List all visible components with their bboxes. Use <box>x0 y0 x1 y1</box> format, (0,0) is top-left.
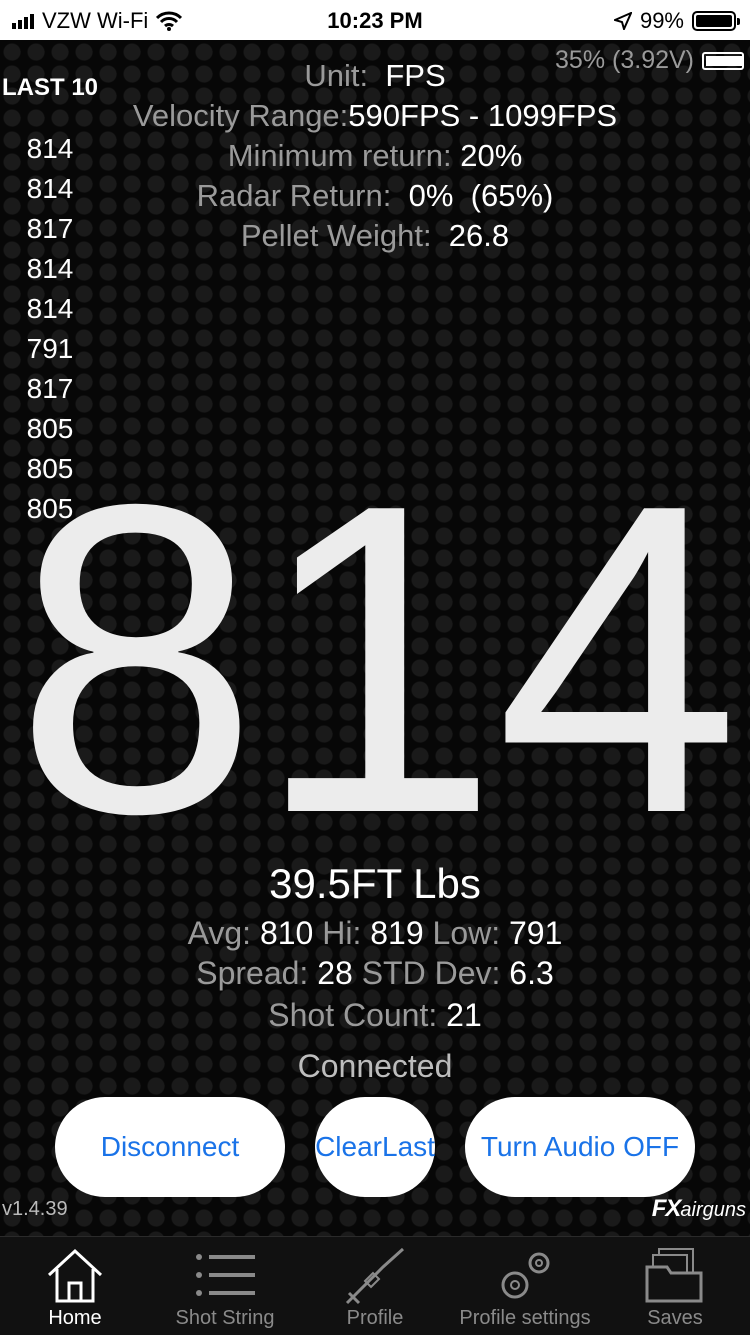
velocity-range-value: 590FPS - 1099FPS <box>348 98 618 133</box>
low-value: 791 <box>509 915 563 951</box>
tab-home[interactable]: Home <box>0 1237 150 1335</box>
tab-shot-string[interactable]: Shot String <box>150 1237 300 1335</box>
clear-last-label-2: Last <box>382 1131 435 1162</box>
tab-profile-label: Profile <box>346 1307 404 1329</box>
min-return-label: Minimum return: <box>227 138 452 173</box>
brand-logo-fx: FX <box>651 1195 682 1222</box>
hi-label: Hi: <box>322 915 362 951</box>
home-icon <box>47 1248 103 1303</box>
unit-label: Unit: <box>304 58 369 93</box>
min-return-value: 20% <box>460 138 523 173</box>
avg-label: Avg: <box>187 915 252 951</box>
tab-saves[interactable]: Saves <box>600 1237 750 1335</box>
version-label: v1.4.39 <box>2 1198 68 1220</box>
radar-return-label: Radar Return: <box>196 178 392 213</box>
shot-count-value: 21 <box>446 997 482 1033</box>
spread-label: Spread: <box>196 955 309 991</box>
tab-home-label: Home <box>48 1307 102 1329</box>
hi-value: 819 <box>370 915 424 951</box>
list-item: 817 <box>26 373 74 404</box>
shot-count-label: Shot Count: <box>268 997 438 1033</box>
low-label: Low: <box>432 915 501 951</box>
clear-last-button[interactable]: Clear Last <box>315 1097 435 1197</box>
list-item: 814 <box>26 293 74 324</box>
unit-value: FPS <box>385 58 446 93</box>
connection-status: Connected <box>297 1048 453 1084</box>
status-bar: VZW Wi-Fi 10:23 PM 99% <box>0 0 750 40</box>
gears-icon <box>501 1252 550 1299</box>
unit-row: Unit: FPS <box>0 58 750 94</box>
spread-value: 28 <box>317 955 353 991</box>
list-item: 814 <box>26 253 74 284</box>
std-label: STD Dev: <box>361 955 501 991</box>
stats-row-1: Avg: 810 Hi: 819 Low: 791 <box>0 915 750 952</box>
tab-bar: Home Shot String Profile Profile setting… <box>0 1236 750 1335</box>
brand-logo-name: airguns <box>680 1199 746 1221</box>
location-arrow-icon <box>613 12 632 30</box>
pellet-weight-label: Pellet Weight: <box>240 218 432 253</box>
tab-profile-settings-label: Profile settings <box>459 1307 591 1329</box>
avg-value: 810 <box>259 915 314 951</box>
radar-return-row: Radar Return: 0% (65%) <box>0 178 750 214</box>
tab-shot-string-label: Shot String <box>175 1307 275 1329</box>
std-value: 6.3 <box>509 955 554 991</box>
battery-icon <box>692 11 740 31</box>
radar-return-value: 0% (65%) <box>408 178 554 213</box>
list-icon <box>196 1254 255 1296</box>
energy-readout: 39.5FT Lbs <box>269 860 481 907</box>
stats-row-3: Shot Count: 21 <box>0 997 750 1034</box>
current-velocity: 814 <box>13 414 740 905</box>
battery-percent: 99% <box>639 8 684 33</box>
tab-profile[interactable]: Profile <box>300 1237 450 1335</box>
stats-row-2: Spread: 28 STD Dev: 6.3 <box>0 955 750 992</box>
velocity-range-row: Velocity Range:590FPS - 1099FPS <box>0 98 750 134</box>
tab-saves-label: Saves <box>647 1307 703 1329</box>
list-item: 791 <box>26 333 74 364</box>
folder-icon <box>645 1248 703 1303</box>
clear-last-label-1: Clear <box>315 1131 382 1162</box>
velocity-range-label: Velocity Range: <box>132 98 349 133</box>
pellet-weight-value: 26.8 <box>448 218 510 253</box>
toggle-audio-button[interactable]: Turn Audio OFF <box>465 1097 695 1197</box>
tab-profile-settings[interactable]: Profile settings <box>450 1237 600 1335</box>
pellet-weight-row: Pellet Weight: 26.8 <box>0 218 750 254</box>
disconnect-button[interactable]: Disconnect <box>55 1097 285 1197</box>
brand-logo: FXairguns <box>652 1195 746 1223</box>
min-return-row: Minimum return: 20% <box>0 138 750 174</box>
rifle-icon <box>345 1247 405 1305</box>
